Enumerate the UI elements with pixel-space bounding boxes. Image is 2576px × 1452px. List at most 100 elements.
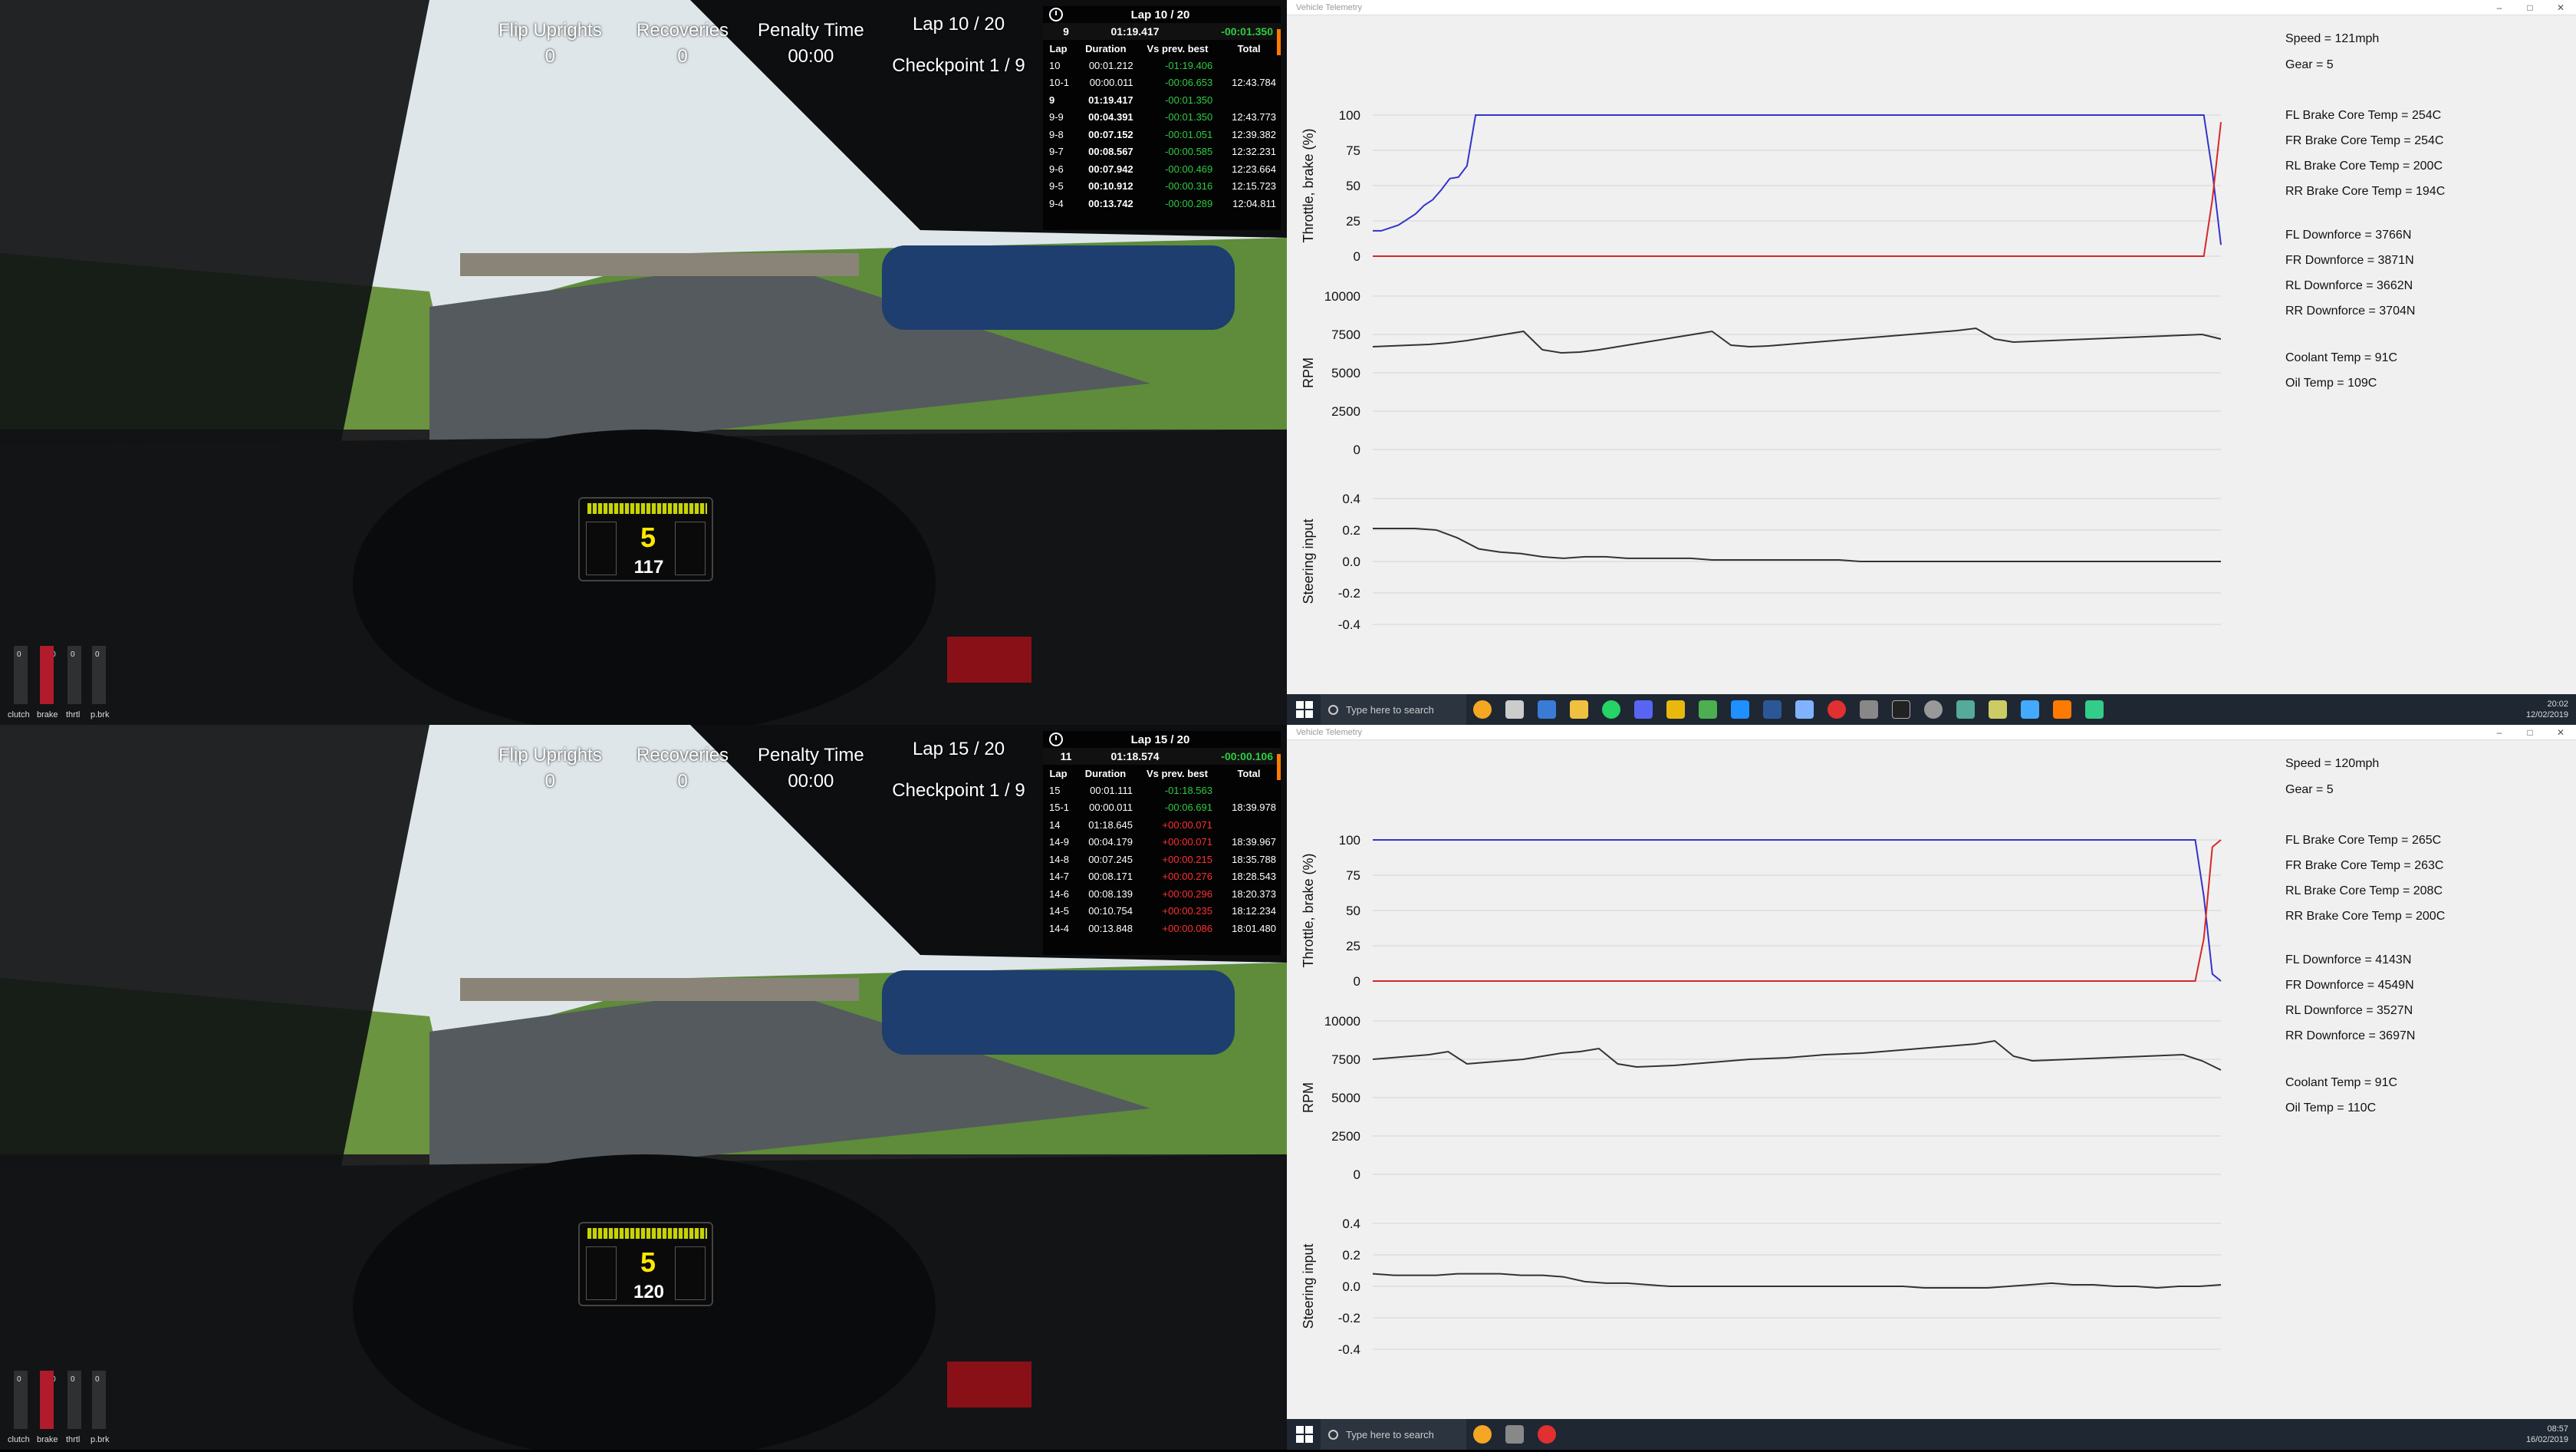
readouts-temps: Coolant Temp = 91C Oil Temp = 109C [2285, 345, 2397, 396]
tool-icon[interactable] [1860, 700, 1878, 719]
rr-downforce: RR Downforce = 3704N [2285, 305, 2416, 318]
recoveries: Recoveries 0 [637, 745, 729, 792]
dash-left-panel [586, 522, 617, 575]
scroll-indicator[interactable] [1277, 29, 1281, 55]
y-tick-label: 10000 [1324, 1014, 1360, 1029]
maximize-icon[interactable]: □ [2515, 725, 2545, 740]
table-row: 9 01:19.417 -00:01.350 [1049, 94, 1213, 106]
system-clock[interactable]: 08:57 16/02/2019 [2526, 1424, 2568, 1445]
flip-uprights-value: 0 [544, 46, 556, 67]
readouts-vehicle: Speed = 121mph Gear = 5 [2285, 32, 2379, 72]
window-titlebar[interactable]: Vehicle Telemetry – □ ✕ [1287, 725, 2576, 740]
table-row: 10-1 00:00.011 -00:06.653 12:43.784 [1049, 77, 1276, 89]
rr-brake-temp: RR Brake Core Temp = 200C [2285, 910, 2446, 923]
recorder-icon[interactable] [1828, 700, 1846, 719]
settings-icon[interactable] [1505, 700, 1524, 719]
speed-readout: Speed = 120mph [2285, 757, 2380, 770]
fr-brake-temp: FR Brake Core Temp = 263C [2285, 859, 2444, 872]
start-icon[interactable] [1296, 1426, 1313, 1443]
folder-icon[interactable] [1570, 700, 1588, 719]
table-row: 9-7 00:08.567 -00:00.585 12:32.231 [1049, 146, 1276, 158]
speed-indicator: 120 [633, 1282, 665, 1302]
close-icon[interactable]: ✕ [2545, 0, 2576, 15]
y-axis-label: Throttle, brake (%) [1301, 128, 1316, 242]
taskbar-search[interactable]: Type here to search [1321, 1419, 1466, 1450]
recoveries-value: 0 [677, 46, 688, 67]
y-tick-label: 75 [1346, 143, 1360, 158]
clock-time: 08:57 [2547, 1424, 2568, 1434]
penalty-time-value: 00:00 [788, 46, 834, 67]
timing-table: Lap Duration Vs prev. best Total 10 00:01… [1043, 40, 1281, 212]
app3-icon[interactable] [1989, 700, 2007, 719]
table-row: 14-6 00:08.139 +00:00.296 18:20.373 [1049, 887, 1276, 900]
throttle-label: thrtl [66, 710, 81, 719]
table-row: 9-6 00:07.942 -00:00.469 12:23.664 [1049, 163, 1276, 175]
browser-icon[interactable] [1731, 700, 1749, 719]
speed-indicator: 117 [633, 557, 664, 578]
weather-icon[interactable] [1473, 1425, 1492, 1444]
y-tick-label: 7500 [1331, 328, 1360, 342]
checkpoint-counter: Checkpoint 1 / 9 [892, 55, 1025, 76]
minimize-icon[interactable]: – [2484, 0, 2515, 15]
timing-header: Lap 15 / 20 [1043, 731, 1281, 748]
coolant-temp: Coolant Temp = 91C [2285, 1076, 2398, 1089]
terminal-icon[interactable] [1892, 700, 1910, 719]
parking-brake-label: p.brk [90, 1435, 110, 1444]
app4-icon[interactable] [2021, 700, 2039, 719]
col-total: Total [1237, 42, 1261, 54]
search-placeholder: Type here to search [1346, 1428, 1434, 1440]
readouts-brake-temps: FL Brake Core Temp = 265C FR Brake Core … [2285, 828, 2445, 929]
discord-icon[interactable] [1634, 700, 1653, 719]
lap-info: Lap 10 / 20 Checkpoint 1 / 9 [882, 14, 1035, 77]
y-tick-label: 10000 [1324, 289, 1360, 304]
search-placeholder: Type here to search [1346, 703, 1434, 716]
clock-icon [1049, 8, 1063, 21]
telemetry-window: Vehicle Telemetry – □ ✕ 0 25 50 75 100 Thrott… [1287, 725, 2576, 1450]
series-line [1372, 327, 2222, 354]
maximize-icon[interactable]: □ [2515, 0, 2545, 15]
fl-downforce: FL Downforce = 3766N [2285, 229, 2412, 242]
game-view: Flip Uprights 0 Recoveries 0 Penalty Tim… [0, 725, 1287, 1450]
flip-uprights-label: Flip Uprights [498, 20, 602, 41]
check-icon[interactable] [1795, 700, 1814, 719]
table-row: 14-7 00:08.171 +00:00.276 18:28.543 [1049, 871, 1276, 883]
pedal-inputs: 0 100 0 0 clutch brake thrtl p.brk [6, 637, 114, 721]
sheet-icon[interactable] [1699, 700, 1717, 719]
lap-timing-panel: Lap 10 / 20 9 01:19.417 -00:01.350 Lap D… [1043, 6, 1281, 230]
taskbar: Type here to search 08:57 16/02/2019 [1287, 1419, 2576, 1450]
minimize-icon[interactable]: – [2484, 725, 2515, 740]
system-clock[interactable]: 20:02 12/02/2019 [2526, 699, 2568, 720]
lap-info: Lap 15 / 20 Checkpoint 1 / 9 [882, 739, 1035, 802]
penalty-time-label: Penalty Time [758, 20, 864, 41]
app2-icon[interactable] [1956, 700, 1975, 719]
python-icon[interactable] [2085, 700, 2104, 719]
files-icon[interactable] [1666, 700, 1685, 719]
steering-wheel-display: 5 117 [578, 497, 713, 581]
tool-icon[interactable] [1505, 1425, 1524, 1444]
app-icon[interactable] [1538, 700, 1556, 719]
penalty-time-label: Penalty Time [758, 745, 864, 766]
whatsapp-icon[interactable] [1602, 700, 1620, 719]
close-icon[interactable]: ✕ [2545, 725, 2576, 740]
col-lap: Lap [1049, 767, 1068, 779]
clock-date: 12/02/2019 [2525, 710, 2568, 719]
pedal-inputs: 0 100 0 0 clutch brake thrtl p.brk [6, 1361, 114, 1446]
table-row: 9-9 00:04.391 -00:01.350 12:43.773 [1049, 111, 1276, 123]
readouts-brake-temps: FL Brake Core Temp = 254C FR Brake Core … [2285, 103, 2445, 204]
clock-time: 20:02 [2547, 700, 2568, 709]
throttle-bar [67, 1371, 81, 1429]
taskbar-search[interactable]: Type here to search [1321, 694, 1466, 725]
timing-title: Lap 15 / 20 [1130, 733, 1190, 746]
scroll-indicator[interactable] [1277, 754, 1281, 780]
flip-uprights: Flip Uprights 0 [498, 745, 602, 792]
recorder-icon[interactable] [1538, 1425, 1556, 1444]
weather-icon[interactable] [1473, 700, 1492, 719]
game-icon[interactable] [1924, 700, 1943, 719]
readouts-temps: Coolant Temp = 91C Oil Temp = 110C [2285, 1070, 2397, 1121]
y-tick-label: 0 [1354, 249, 1360, 264]
start-icon[interactable] [1296, 701, 1313, 718]
vs-icon[interactable] [1763, 700, 1781, 719]
penalty-time-value: 00:00 [788, 771, 834, 792]
window-titlebar[interactable]: Vehicle Telemetry – □ ✕ [1287, 0, 2576, 15]
beamng-icon[interactable] [2053, 700, 2071, 719]
